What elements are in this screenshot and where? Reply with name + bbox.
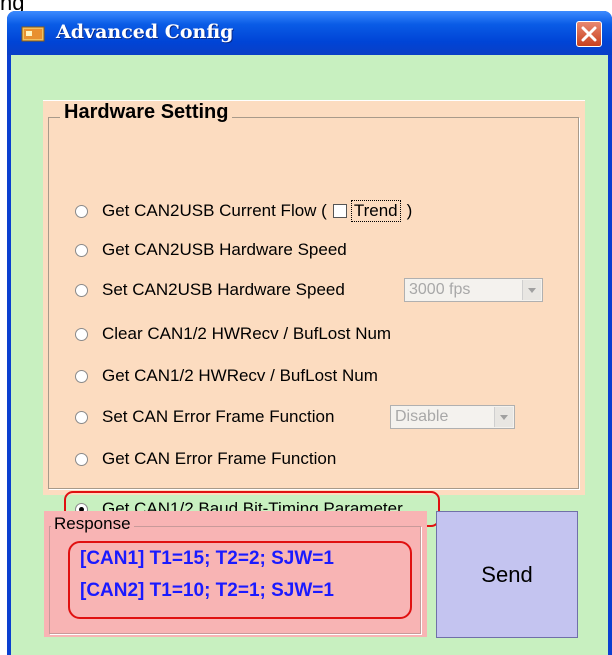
response-title: Response <box>51 514 134 534</box>
radio-get-hwrecv[interactable] <box>75 369 88 383</box>
hardware-setting-groupbox <box>48 117 579 489</box>
trend-label[interactable]: Trend <box>350 200 401 222</box>
error-frame-select[interactable]: Disable <box>390 405 515 429</box>
error-frame-value: Disable <box>395 408 449 425</box>
radio-set-error-frame[interactable] <box>75 410 88 424</box>
option-label: Get CAN1/2 HWRecv / BufLost Num <box>102 366 378 385</box>
radio-get-current-flow[interactable] <box>75 204 88 218</box>
radio-get-hardware-speed[interactable] <box>75 243 88 257</box>
close-icon <box>581 26 597 42</box>
option-get-hwrecv[interactable]: Get CAN1/2 HWRecv / BufLost Num <box>75 363 378 389</box>
dialog-client-area: Hardware Setting Get CAN2USB Current Flo… <box>11 55 608 655</box>
response-line-can2: [CAN2] T1=10; T2=1; SJW=1 <box>80 580 334 601</box>
option-label: Set CAN2USB Hardware Speed <box>102 280 345 299</box>
hardware-speed-value: 3000 fps <box>409 281 471 298</box>
option-set-error-frame[interactable]: Set CAN Error Frame Function <box>75 404 334 430</box>
option-get-error-frame[interactable]: Get CAN Error Frame Function <box>75 446 336 472</box>
hardware-setting-panel: Hardware Setting Get CAN2USB Current Flo… <box>43 100 585 527</box>
chevron-down-icon[interactable] <box>522 280 541 300</box>
response-panel: Response [CAN1] T1=15; T2=2; SJW=1 [CAN2… <box>44 511 427 637</box>
option-label: Get CAN Error Frame Function <box>102 449 337 468</box>
option-get-hardware-speed[interactable]: Get CAN2USB Hardware Speed <box>75 237 347 263</box>
option-set-hardware-speed[interactable]: Set CAN2USB Hardware Speed <box>75 277 345 303</box>
option-label: Set CAN Error Frame Function <box>102 407 335 426</box>
radio-get-error-frame[interactable] <box>75 452 88 466</box>
chevron-down-icon[interactable] <box>494 407 513 427</box>
option-clear-hwrecv[interactable]: Clear CAN1/2 HWRecv / BufLost Num <box>75 321 391 347</box>
send-button[interactable]: Send <box>436 511 578 638</box>
option-label: Get CAN2USB Current Flow ( <box>102 201 327 220</box>
radio-clear-hwrecv[interactable] <box>75 327 88 341</box>
close-button[interactable] <box>576 21 602 47</box>
title-bar[interactable]: Advanced Config <box>7 11 612 55</box>
option-label: Get CAN2USB Hardware Speed <box>102 240 347 259</box>
window-app-icon <box>21 26 45 42</box>
hardware-setting-title: Hardware Setting <box>60 101 233 124</box>
option-get-current-flow[interactable]: Get CAN2USB Current Flow ( Trend ) <box>75 198 412 224</box>
advanced-config-window: Advanced Config Hardware Setting Get CAN… <box>7 11 612 655</box>
window-title: Advanced Config <box>56 21 234 43</box>
radio-set-hardware-speed[interactable] <box>75 283 88 297</box>
trend-checkbox[interactable] <box>332 204 347 218</box>
option-label: Clear CAN1/2 HWRecv / BufLost Num <box>102 324 392 343</box>
response-output: [CAN1] T1=15; T2=2; SJW=1 [CAN2] T1=10; … <box>68 541 412 619</box>
response-line-can1: [CAN1] T1=15; T2=2; SJW=1 <box>80 548 334 569</box>
hardware-speed-select[interactable]: 3000 fps <box>404 278 543 302</box>
trend-close-paren: ) <box>406 201 413 220</box>
